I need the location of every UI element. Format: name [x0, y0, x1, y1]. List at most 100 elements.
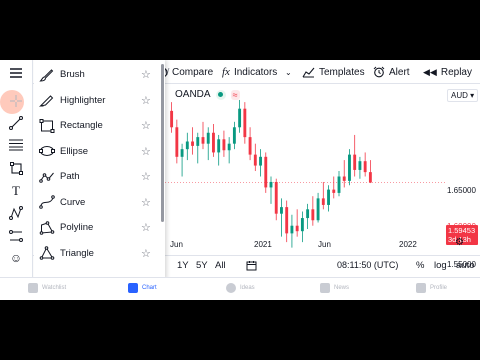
candle-body	[217, 139, 221, 153]
compare-button[interactable]: Compare	[157, 64, 213, 80]
trend-line-icon[interactable]	[8, 116, 24, 130]
candle-body	[285, 207, 289, 234]
alert-button[interactable]: Alert	[373, 64, 410, 80]
range-all[interactable]: All	[215, 260, 226, 271]
candle-body	[300, 218, 304, 232]
drawing-tool-path[interactable]: Path ☆	[34, 164, 165, 189]
candle-body	[348, 154, 351, 181]
brush-icon	[39, 68, 54, 82]
candle-body	[212, 132, 215, 153]
measure-icon[interactable]	[8, 229, 24, 243]
alarm-clock-icon	[373, 66, 385, 78]
nav-news[interactable]: News	[320, 283, 349, 293]
drawing-tool-label: Curve	[60, 196, 86, 208]
favorite-star-icon[interactable]: ☆	[141, 196, 151, 209]
candle-body	[353, 154, 357, 170]
menu-icon[interactable]	[8, 66, 24, 80]
nav-watchlist[interactable]: Watchlist	[28, 283, 66, 293]
favorite-star-icon[interactable]: ☆	[141, 145, 151, 158]
pattern-icon[interactable]	[8, 161, 24, 175]
candle-body	[316, 198, 320, 221]
favorite-star-icon[interactable]: ☆	[141, 170, 151, 183]
candle-body	[201, 137, 205, 144]
candle-body	[175, 127, 179, 157]
nav-ideas[interactable]: Ideas	[226, 283, 255, 293]
favorite-star-icon[interactable]: ☆	[141, 221, 151, 234]
function-icon: fx	[222, 66, 230, 78]
path-icon	[39, 172, 54, 183]
curve-icon	[39, 195, 55, 209]
favorite-star-icon[interactable]: ☆	[141, 68, 151, 81]
favorite-star-icon[interactable]: ☆	[141, 119, 151, 132]
indicators-dropdown[interactable]: ⌄	[285, 64, 292, 80]
app-screen: W Compare fx Indicators ⌄ Templates Aler…	[0, 60, 480, 300]
settings-gear-icon[interactable]: ⚙	[455, 237, 464, 248]
nav-label: News	[334, 285, 350, 291]
favorite-star-icon[interactable]: ☆	[141, 94, 151, 107]
utc-clock[interactable]: 08:11:50 (UTC)	[337, 260, 398, 270]
crosshair-icon[interactable]	[8, 94, 24, 108]
candle-body	[227, 143, 231, 151]
candle-body	[243, 108, 247, 138]
drawing-tool-curve[interactable]: Curve ☆	[34, 190, 165, 215]
drawing-toolbar: T ☺	[0, 60, 33, 280]
templates-button[interactable]: Templates	[302, 64, 365, 80]
price-axis-label: 1.65000	[447, 186, 476, 195]
news-icon	[320, 283, 330, 293]
percent-toggle[interactable]: %	[416, 260, 424, 271]
drawing-tool-rectangle[interactable]: Rectangle ☆	[34, 113, 165, 138]
candle-body	[306, 209, 310, 219]
node-pattern-icon[interactable]	[8, 206, 24, 220]
profile-icon	[416, 283, 426, 293]
drawing-tool-polyline[interactable]: Polyline ☆	[34, 215, 165, 240]
candle-body	[185, 141, 189, 150]
nav-chart[interactable]: Chart	[128, 283, 157, 293]
templates-icon	[302, 67, 315, 77]
drawing-tool-brush[interactable]: Brush ☆	[34, 62, 165, 87]
candle-body	[280, 207, 283, 214]
nav-label: Ideas	[240, 285, 255, 291]
drawing-tool-ellipse[interactable]: Ellipse ☆	[34, 139, 165, 164]
drawing-tool-highlighter[interactable]: Highlighter ☆	[34, 88, 165, 113]
emoji-icon[interactable]: ☺	[8, 251, 24, 265]
polyline-icon	[39, 220, 55, 235]
favorite-star-icon[interactable]: ☆	[141, 247, 151, 260]
drawing-tool-triangle[interactable]: Triangle ☆	[34, 241, 165, 266]
drawing-tool-label: Path	[60, 171, 80, 182]
nav-label: Chart	[142, 285, 157, 291]
indicators-label: Indicators	[233, 66, 278, 78]
candle-body	[358, 161, 362, 170]
time-axis-label: Jun	[318, 240, 331, 249]
candle-body	[321, 198, 325, 205]
candle-body	[295, 225, 299, 232]
range-5y[interactable]: 5Y	[196, 260, 208, 271]
drawing-tool-label: Rectangle	[60, 120, 103, 131]
nav-label: Profile	[430, 285, 448, 291]
indicators-button[interactable]: fx Indicators	[222, 64, 277, 80]
highlighter-icon	[39, 95, 54, 107]
candle-body	[363, 161, 367, 173]
text-icon[interactable]: T	[8, 183, 24, 198]
auto-toggle[interactable]: auto	[456, 260, 475, 271]
drawing-tool-label: Triangle	[60, 247, 94, 259]
range-1y[interactable]: 1Y	[177, 260, 189, 271]
replay-button[interactable]: ◀◀ Replay	[423, 64, 472, 80]
candle-body	[274, 181, 278, 214]
candle-body	[238, 108, 242, 128]
go-to-date-icon[interactable]	[246, 260, 257, 274]
log-toggle[interactable]: log	[434, 260, 447, 271]
nav-profile[interactable]: Profile	[416, 283, 447, 293]
rectangle-icon	[39, 118, 55, 133]
ideas-icon	[226, 283, 236, 293]
compare-label: Compare	[172, 66, 214, 78]
drawing-tools-menu: Brush ☆ Highlighter ☆ Rectangle ☆ Ellipse ☆ Path…	[34, 60, 165, 280]
candle-body	[206, 132, 210, 144]
current-price: 1.59453	[448, 226, 476, 235]
triangle-icon	[39, 246, 55, 260]
drawing-tool-label: Brush	[60, 69, 85, 80]
ellipse-icon	[39, 146, 55, 156]
watchlist-icon	[28, 283, 38, 293]
fib-retracement-icon[interactable]	[8, 138, 24, 152]
drawing-tool-label: Polyline	[60, 222, 94, 233]
candle-body	[180, 149, 184, 157]
